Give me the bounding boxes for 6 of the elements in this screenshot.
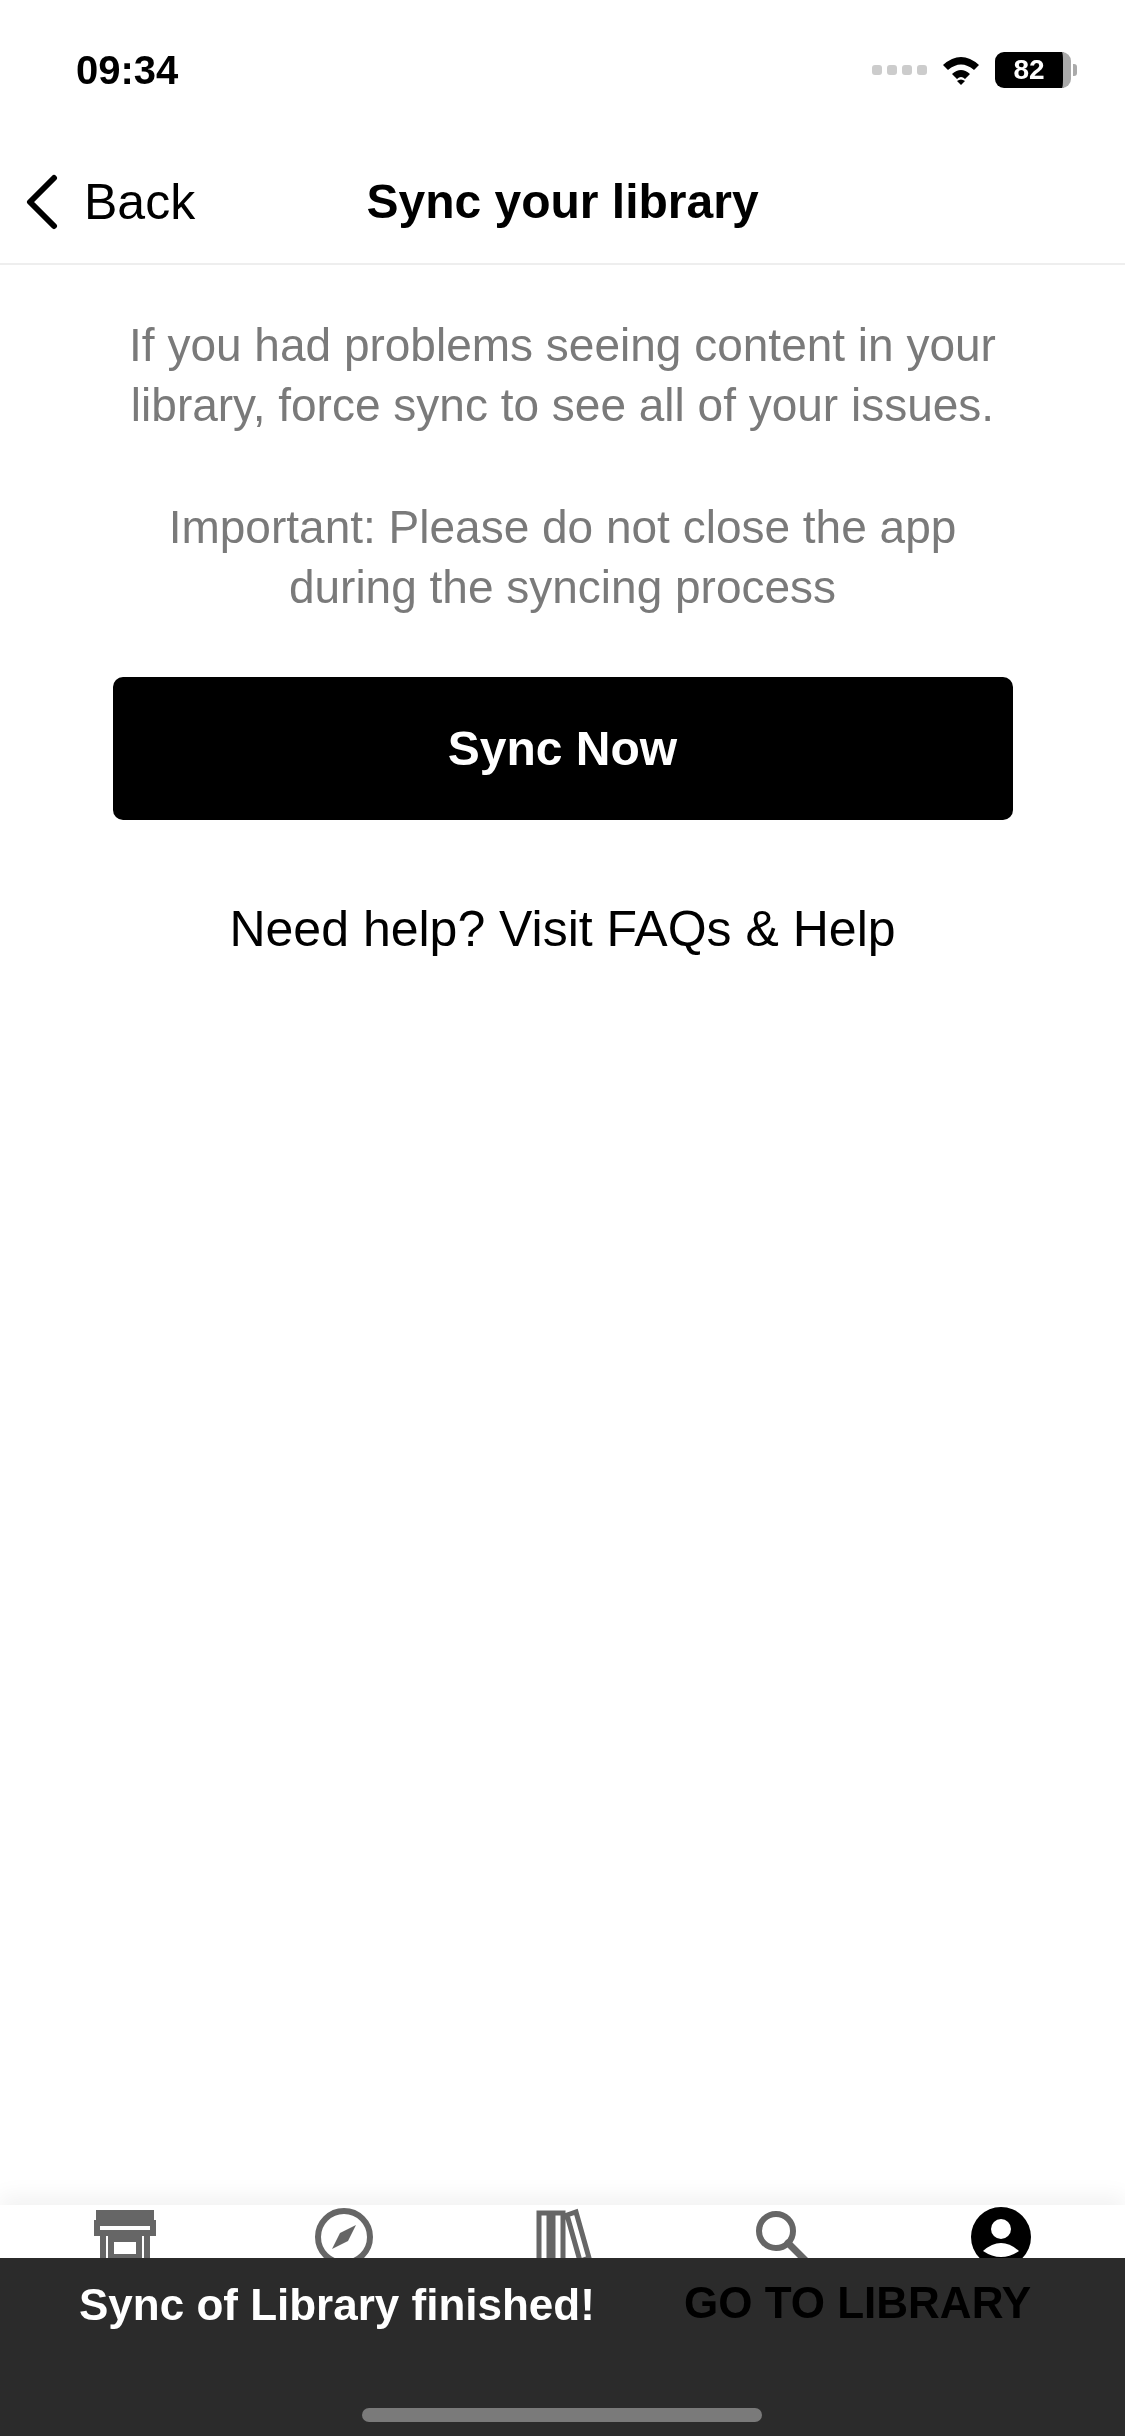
- battery-level: 82: [995, 52, 1071, 88]
- status-time: 09:34: [76, 47, 179, 93]
- info-text: Important: Please do not close the app during the syncing process: [167, 500, 958, 615]
- snackbar-message: Sync of Library finished!: [79, 2280, 595, 2330]
- info-text: If you had problems seeing content in your library, force sync to see all of your issues.: [128, 318, 997, 433]
- page-title: Sync your library: [366, 174, 759, 229]
